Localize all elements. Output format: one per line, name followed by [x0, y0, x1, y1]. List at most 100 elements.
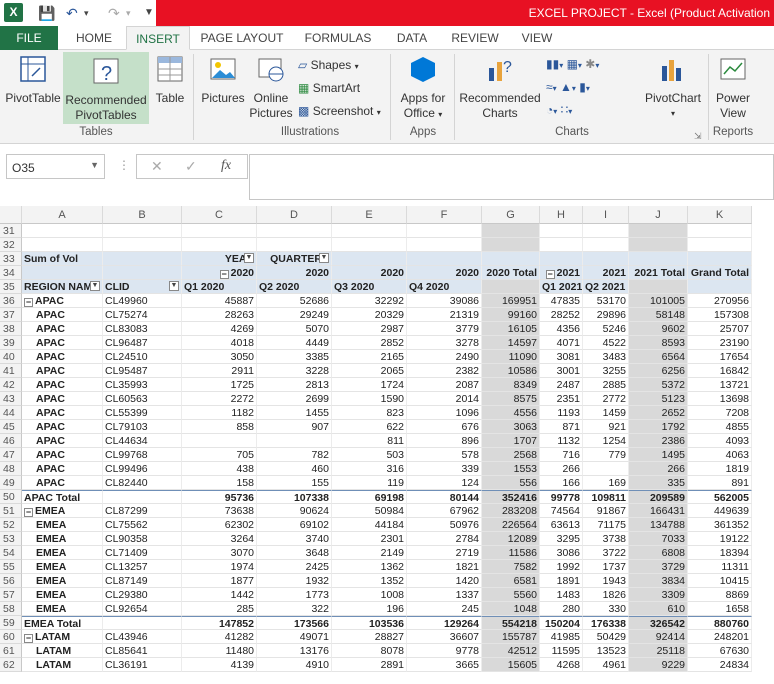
cell[interactable]: 4356	[540, 322, 583, 336]
cell[interactable]: 2772	[583, 392, 629, 406]
cell[interactable]: 73638	[182, 504, 257, 518]
cell[interactable]: 2490	[407, 350, 482, 364]
row-header[interactable]: 40	[0, 350, 22, 364]
cell[interactable]	[688, 280, 752, 294]
cell[interactable]	[182, 224, 257, 238]
column-header-f[interactable]: F	[407, 206, 482, 224]
row-header[interactable]: 60	[0, 630, 22, 644]
cell[interactable]: 124	[407, 476, 482, 490]
cell[interactable]: 7033	[629, 532, 688, 546]
cell[interactable]: 25118	[629, 644, 688, 658]
cell[interactable]: 3729	[629, 560, 688, 574]
cell[interactable]: 150204	[540, 616, 583, 630]
cell[interactable]: 103536	[332, 616, 407, 630]
filter-dropdown-icon[interactable]: ▼	[244, 253, 254, 263]
cell[interactable]: 2784	[407, 532, 482, 546]
cell[interactable]: CL49960	[103, 294, 182, 308]
row-header[interactable]: 50	[0, 490, 22, 504]
screenshot-button[interactable]: ▩ Screenshot ▾	[298, 103, 381, 121]
row-header[interactable]: 58	[0, 602, 22, 616]
cell[interactable]: 3228	[257, 364, 332, 378]
row-header[interactable]: 43	[0, 392, 22, 406]
cell[interactable]: CLID ▼	[103, 280, 182, 294]
cell[interactable]: 823	[332, 406, 407, 420]
row-header[interactable]: 57	[0, 588, 22, 602]
cell[interactable]: 6581	[482, 574, 540, 588]
cell[interactable]: CL36191	[103, 658, 182, 672]
table-button[interactable]: Table	[152, 54, 188, 120]
cell[interactable]: 858	[182, 420, 257, 434]
cell[interactable]: EMEA	[22, 574, 103, 588]
row-header[interactable]: 38	[0, 322, 22, 336]
row-header[interactable]: 44	[0, 406, 22, 420]
cell[interactable]: 15605	[482, 658, 540, 672]
cell[interactable]: EMEA	[22, 588, 103, 602]
collapse-icon[interactable]: −	[24, 508, 33, 517]
cell[interactable]: 49071	[257, 630, 332, 644]
cell[interactable]: 1132	[540, 434, 583, 448]
bar-chart-button[interactable]: ▮▮▾ ▦▾ ✱▾	[546, 56, 599, 74]
cell[interactable]: 25707	[688, 322, 752, 336]
cell[interactable]: 554218	[482, 616, 540, 630]
cell[interactable]: 50429	[583, 630, 629, 644]
cell[interactable]: 3264	[182, 532, 257, 546]
cell[interactable]: 1891	[540, 574, 583, 588]
select-all-corner[interactable]	[0, 206, 22, 224]
cell[interactable]: APAC	[22, 336, 103, 350]
cell[interactable]: 2719	[407, 546, 482, 560]
cell[interactable]	[629, 238, 688, 252]
cell[interactable]: 41282	[182, 630, 257, 644]
tab-home[interactable]: HOME	[66, 26, 122, 50]
cell[interactable]: 20329	[332, 308, 407, 322]
cell[interactable]: 36607	[407, 630, 482, 644]
cell[interactable]: 2699	[257, 392, 332, 406]
cell[interactable]: CL83083	[103, 322, 182, 336]
cell[interactable]: 3070	[182, 546, 257, 560]
cancel-icon[interactable]: ✕	[151, 158, 163, 175]
tab-view[interactable]: VIEW	[514, 26, 560, 50]
cell[interactable]: 2386	[629, 434, 688, 448]
cell[interactable]: 69198	[332, 490, 407, 504]
cell[interactable]: APAC	[22, 378, 103, 392]
cell[interactable]: − APAC	[22, 294, 103, 308]
cell[interactable]: REGION NAME ▼	[22, 280, 103, 294]
cell[interactable]: 173566	[257, 616, 332, 630]
cell[interactable]: YEAR ▼	[182, 252, 257, 266]
cell[interactable]: 9778	[407, 644, 482, 658]
cell[interactable]: Q3 2020	[332, 280, 407, 294]
cell[interactable]: 2021 Total	[629, 266, 688, 280]
cell[interactable]: 1048	[482, 602, 540, 616]
cell[interactable]: 2021	[583, 266, 629, 280]
column-header-g[interactable]: G	[482, 206, 540, 224]
cell[interactable]: 4855	[688, 420, 752, 434]
cell[interactable]: 1182	[182, 406, 257, 420]
cell[interactable]	[482, 238, 540, 252]
pivotchart-button[interactable]: PivotChart ▾	[642, 54, 704, 124]
cell[interactable]: 1932	[257, 574, 332, 588]
cell[interactable]: 157308	[688, 308, 752, 322]
cell[interactable]: 1707	[482, 434, 540, 448]
cell[interactable]: 28827	[332, 630, 407, 644]
collapse-icon[interactable]: −	[24, 634, 33, 643]
cell[interactable]	[22, 266, 103, 280]
recommended-pivottables-button[interactable]: ? Recommended PivotTables	[63, 52, 149, 124]
cell[interactable]: 1193	[540, 406, 583, 420]
cell[interactable]: 176338	[583, 616, 629, 630]
cell[interactable]: 8575	[482, 392, 540, 406]
tab-page-layout[interactable]: PAGE LAYOUT	[196, 26, 288, 50]
cell[interactable]: Grand Total	[688, 266, 752, 280]
cell[interactable]: 1337	[407, 588, 482, 602]
cell[interactable]: 3086	[540, 546, 583, 560]
cell[interactable]: 13176	[257, 644, 332, 658]
cell[interactable]: 1096	[407, 406, 482, 420]
cell[interactable]: 11311	[688, 560, 752, 574]
cell[interactable]: 3648	[257, 546, 332, 560]
cell[interactable]	[103, 266, 182, 280]
cell[interactable]	[583, 462, 629, 476]
cell[interactable]: 3001	[540, 364, 583, 378]
cell[interactable]: 109811	[583, 490, 629, 504]
cell[interactable]: 2911	[182, 364, 257, 378]
cell[interactable]	[629, 224, 688, 238]
cell[interactable]: CL95487	[103, 364, 182, 378]
cell[interactable]: 58148	[629, 308, 688, 322]
